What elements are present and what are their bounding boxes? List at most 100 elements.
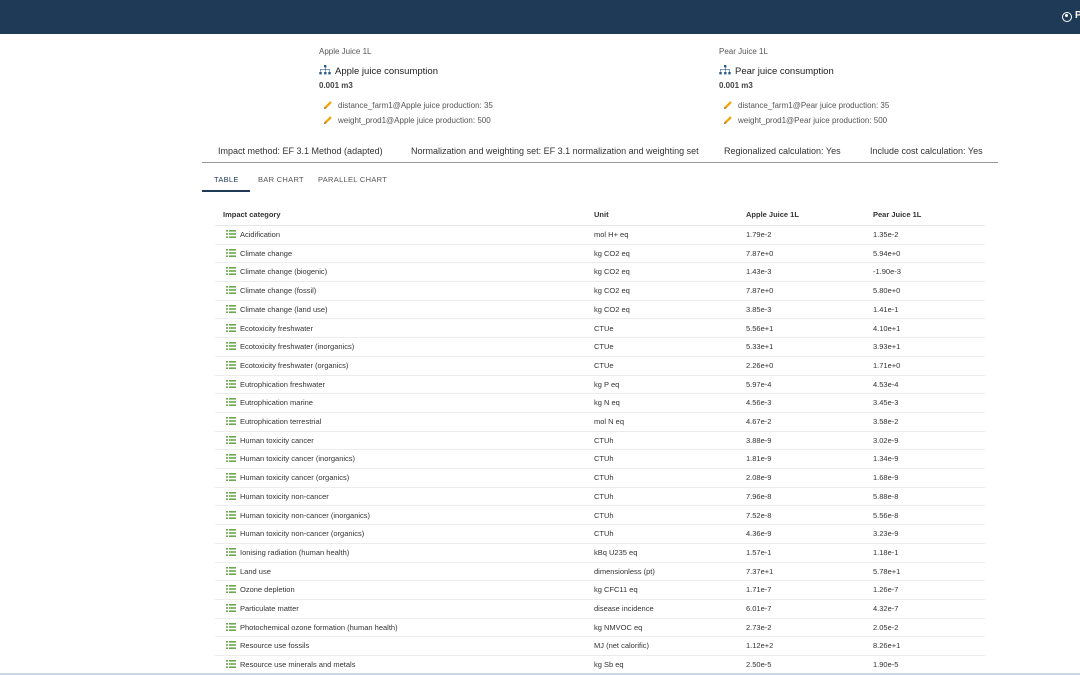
table-row[interactable]: Land use dimensionless (pt) 7.37e+1 5.78e+1 bbox=[215, 562, 985, 582]
parameter-item[interactable]: distance_farm1@Apple juice production: 3… bbox=[323, 100, 493, 110]
impact-category-cell: Ionising radiation (human health) bbox=[240, 547, 350, 557]
apple-value-cell: 5.33e+1 bbox=[746, 342, 774, 352]
impact-category-cell: Climate change (land use) bbox=[240, 304, 328, 314]
list-icon bbox=[226, 585, 236, 594]
table-row[interactable]: Climate change (fossil) kg CO2 eq 7.87e+0 5… bbox=[215, 281, 985, 301]
column-header-pear[interactable]: Pear Juice 1L bbox=[873, 210, 921, 219]
impact-category-cell: Ozone depletion bbox=[240, 585, 295, 595]
table-row[interactable]: Ecotoxicity freshwater (inorganics) CTUe 5… bbox=[215, 337, 985, 357]
impact-category-cell: Eutrophication freshwater bbox=[240, 379, 326, 389]
table-row[interactable]: Resource use minerals and metals kg Sb eq… bbox=[215, 655, 985, 675]
pear-value-cell: 3.02e-9 bbox=[873, 435, 899, 445]
pear-value-cell: 4.32e-7 bbox=[873, 604, 899, 613]
parameter-item[interactable]: weight_prod1@Pear juice production: 500 bbox=[723, 115, 887, 125]
unit-cell: kg N eq bbox=[594, 398, 620, 408]
unit-cell: CTUe bbox=[594, 360, 614, 370]
pear-value-cell: 3.23e-9 bbox=[873, 529, 899, 539]
table-row[interactable]: Climate change (biogenic) kg CO2 eq 1.43e-… bbox=[215, 262, 985, 283]
unit-cell: kg CO2 eq bbox=[594, 286, 630, 296]
table-row[interactable]: Climate change kg CO2 eq 7.87e+0 5.94e+0 bbox=[215, 244, 985, 264]
table-row[interactable]: Human toxicity non-cancer CTUh 7.96e-8 5.88… bbox=[215, 487, 985, 507]
table-row[interactable]: Human toxicity non-cancer (organics) CTUh… bbox=[215, 524, 985, 544]
reference-flow-label: Pear juice consumption bbox=[735, 66, 834, 77]
unit-cell: dimensionless (pt) bbox=[594, 566, 655, 576]
table-row[interactable]: Acidification mol H+ eq 1.79e-2 1.35e-2 bbox=[215, 225, 985, 245]
table-row[interactable]: Ionising radiation (human health) kBq U23… bbox=[215, 543, 985, 563]
pear-value-cell: 4.53e-4 bbox=[873, 379, 899, 389]
reference-flow[interactable]: Pear juice consumption bbox=[719, 65, 834, 77]
apple-value-cell: 5.56e+1 bbox=[746, 323, 774, 333]
table-row[interactable]: Resource use fossils MJ (net calorific) 1.… bbox=[215, 636, 985, 657]
apple-value-cell: 2.50e-5 bbox=[746, 660, 772, 670]
parameter-item[interactable]: distance_farm1@Pear juice production: 35 bbox=[723, 100, 889, 110]
impact-category-cell: Human toxicity cancer (organics) bbox=[240, 473, 350, 483]
user-initial[interactable]: P bbox=[1075, 10, 1080, 21]
pear-value-cell: 1.90e-5 bbox=[873, 660, 899, 670]
impact-category-cell: Human toxicity non-cancer bbox=[240, 491, 329, 501]
list-icon bbox=[226, 641, 236, 650]
pear-value-cell: 3.93e+1 bbox=[873, 342, 901, 352]
impact-category-cell: Resource use minerals and metals bbox=[240, 660, 356, 670]
table-header: Impact category Unit Apple Juice 1L Pear… bbox=[215, 203, 985, 226]
column-header-unit[interactable]: Unit bbox=[594, 210, 609, 219]
impact-category-cell: Land use bbox=[240, 566, 271, 576]
table-row[interactable]: Particulate matter disease incidence 6.01e… bbox=[215, 599, 985, 619]
table-row[interactable]: Human toxicity non-cancer (inorganics) CT… bbox=[215, 506, 985, 526]
impact-method: Impact method: EF 3.1 Method (adapted) bbox=[218, 146, 383, 156]
unit-cell: CTUh bbox=[594, 529, 614, 539]
unit-cell: CTUh bbox=[594, 435, 614, 445]
table-row[interactable]: Eutrophication freshwater kg P eq 5.97e-4 4… bbox=[215, 375, 985, 395]
list-icon bbox=[226, 304, 236, 313]
pear-value-cell: 5.78e+1 bbox=[873, 566, 901, 576]
apple-value-cell: 4.36e-9 bbox=[746, 529, 772, 539]
pear-value-cell: 3.58e-2 bbox=[873, 417, 899, 426]
product-system-icon bbox=[319, 65, 331, 75]
list-icon bbox=[226, 529, 236, 538]
pear-value-cell: 1.41e-1 bbox=[873, 304, 899, 314]
tab-bar-chart[interactable]: BAR CHART bbox=[258, 175, 304, 184]
list-icon bbox=[226, 510, 236, 519]
apple-value-cell: 3.88e-9 bbox=[746, 435, 772, 445]
apple-value-cell: 7.96e-8 bbox=[746, 491, 772, 501]
pear-value-cell: 1.68e-9 bbox=[873, 473, 899, 483]
table-row[interactable]: Human toxicity cancer (inorganics) CTUh 1.… bbox=[215, 449, 985, 470]
tab-table[interactable]: TABLE bbox=[214, 175, 239, 184]
product-system-icon bbox=[719, 65, 731, 75]
product-name: Apple Juice 1L bbox=[319, 47, 372, 56]
impact-category-cell: Human toxicity cancer bbox=[240, 435, 314, 445]
impact-category-cell: Human toxicity non-cancer (organics) bbox=[240, 529, 365, 539]
unit-cell: CTUh bbox=[594, 454, 614, 464]
unit-cell: CTUe bbox=[594, 342, 614, 352]
column-header-impact-category[interactable]: Impact category bbox=[223, 210, 281, 219]
list-icon bbox=[226, 267, 236, 276]
tab-parallel-chart[interactable]: PARALLEL CHART bbox=[318, 175, 387, 184]
product-name: Pear Juice 1L bbox=[719, 47, 768, 56]
pear-value-cell: -1.90e-3 bbox=[873, 267, 901, 277]
table-row[interactable]: Climate change (land use) kg CO2 eq 3.85e-… bbox=[215, 300, 985, 320]
list-icon bbox=[226, 622, 236, 631]
pencil-icon bbox=[324, 101, 332, 109]
table-row[interactable]: Ecotoxicity freshwater CTUe 5.56e+1 4.10e+1 bbox=[215, 319, 985, 339]
account-circle-icon[interactable] bbox=[1062, 12, 1072, 22]
apple-value-cell: 7.87e+0 bbox=[746, 248, 774, 258]
table-row[interactable]: Eutrophication terrestrial mol N eq 4.67e-… bbox=[215, 412, 985, 432]
column-header-apple[interactable]: Apple Juice 1L bbox=[746, 210, 799, 219]
active-tab-indicator bbox=[202, 190, 250, 192]
table-row[interactable]: Human toxicity cancer CTUh 3.88e-9 3.02e-9 bbox=[215, 431, 985, 451]
table-row[interactable]: Photochemical ozone formation (human hea… bbox=[215, 618, 985, 638]
table-row[interactable]: Eutrophication marine kg N eq 4.56e-3 3.45e… bbox=[215, 393, 985, 413]
parameter-item[interactable]: weight_prod1@Apple juice production: 500 bbox=[323, 115, 491, 125]
pear-value-cell: 2.05e-2 bbox=[873, 622, 899, 632]
unit-cell: CTUh bbox=[594, 491, 614, 501]
reference-flow[interactable]: Apple juice consumption bbox=[319, 65, 438, 77]
apple-value-cell: 4.56e-3 bbox=[746, 398, 772, 408]
impact-category-cell: Particulate matter bbox=[240, 604, 299, 613]
parameter-label: distance_farm1@Pear juice production: 35 bbox=[738, 101, 890, 110]
table-row[interactable]: Human toxicity cancer (organics) CTUh 2.08… bbox=[215, 468, 985, 488]
apple-value-cell: 1.57e-1 bbox=[746, 547, 772, 557]
pear-value-cell: 1.71e+0 bbox=[873, 360, 901, 370]
pear-value-cell: 8.26e+1 bbox=[873, 641, 901, 651]
table-row[interactable]: Ecotoxicity freshwater (organics) CTUe 2.2… bbox=[215, 356, 985, 376]
table-row[interactable]: Ozone depletion kg CFC11 eq 1.71e-7 1.26e-7 bbox=[215, 580, 985, 600]
list-icon bbox=[226, 342, 236, 351]
